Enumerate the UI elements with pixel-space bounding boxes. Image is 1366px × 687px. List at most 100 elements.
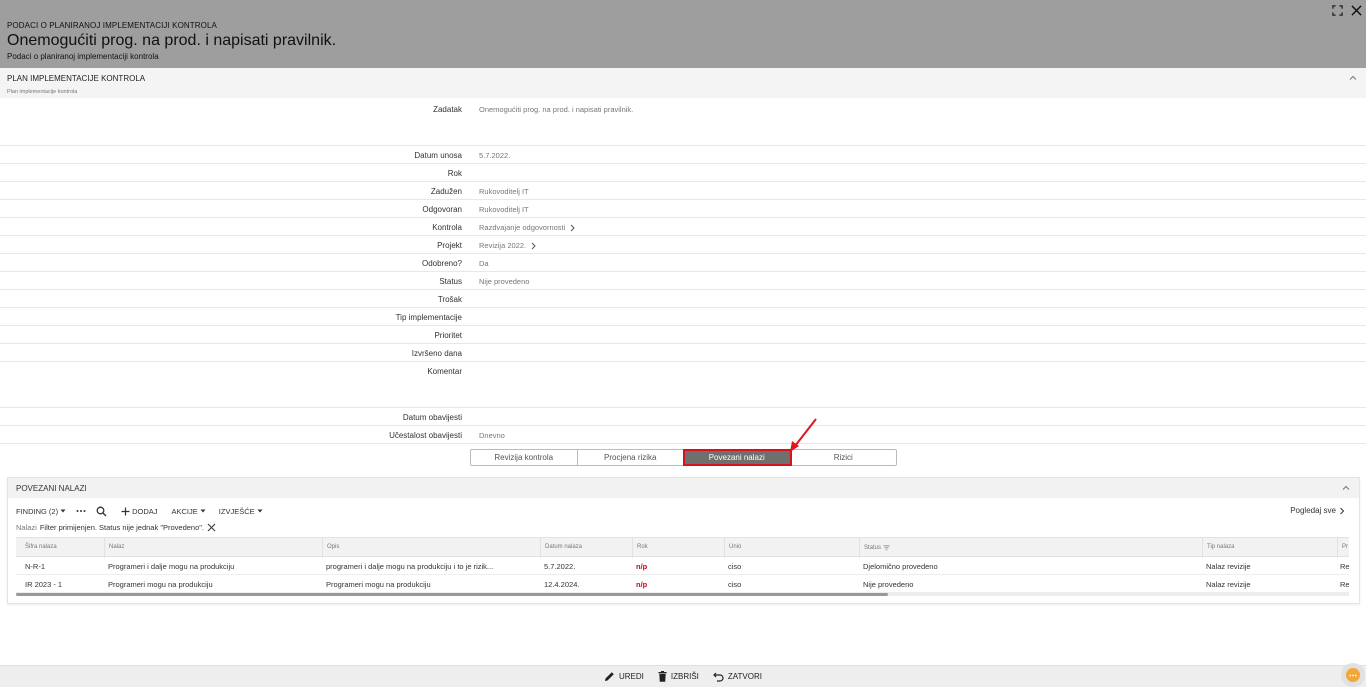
undo-icon: [713, 672, 724, 682]
column-header[interactable]: Opis: [322, 538, 540, 558]
field-label: Trošak: [437, 295, 462, 304]
cell-datum: 5.7.2022.: [544, 562, 576, 571]
cell-sifra: IR 2023 - 1: [25, 580, 63, 589]
field-label: Komentar: [427, 367, 462, 376]
caret-down-icon: [60, 509, 66, 513]
cell-rok: n/p: [636, 580, 648, 589]
panel-title: POVEZANI NALAZI: [16, 484, 87, 493]
view-all-link[interactable]: Pogledaj sve: [1290, 506, 1345, 515]
kontrola-link[interactable]: Razdvajanje odgovornosti: [479, 223, 576, 232]
filter-icon[interactable]: [883, 545, 890, 551]
field-label: Status: [439, 277, 462, 286]
column-header[interactable]: Datum nalaza: [540, 538, 632, 558]
fullscreen-icon[interactable]: [1330, 3, 1344, 17]
page-subtitle: Podaci o planiranoj implementaciji kontr…: [7, 52, 159, 61]
footer-actions: UREDI IZBRIŠI ZATVORI: [0, 665, 1366, 687]
chevron-up-icon[interactable]: [1341, 483, 1351, 493]
field-value: Nije provedeno: [479, 277, 530, 286]
annotation-arrow-icon: [790, 418, 817, 452]
field-label: Datum unosa: [414, 151, 462, 160]
field-label: Prioritet: [434, 331, 462, 340]
actions-dropdown[interactable]: AKCIJE: [172, 507, 206, 516]
chat-icon: [1346, 668, 1360, 682]
section-title: PLAN IMPLEMENTACIJE KONTROLA: [7, 74, 146, 83]
edit-button[interactable]: UREDI: [604, 671, 644, 682]
form-row-odobreno: Odobreno? Da: [0, 254, 1366, 272]
field-label: Učestalost obavijesti: [389, 431, 462, 440]
findings-table: Šifra nalaza Nalaz Opis Datum nalaza Rok…: [16, 537, 1349, 596]
field-label: Odgovoran: [422, 205, 462, 214]
chevron-right-icon: [570, 224, 576, 231]
page-title: Onemogućiti prog. na prod. i napisati pr…: [7, 32, 337, 49]
cell-opis: programeri i dalje mogu na produkciju i …: [326, 562, 494, 571]
tab-revizija-kontrola[interactable]: Revizija kontrola: [471, 450, 578, 465]
chat-button[interactable]: [1341, 663, 1365, 687]
close-icon[interactable]: [1349, 3, 1363, 17]
projekt-link[interactable]: Revizija 2022.: [479, 241, 537, 250]
search-icon: [96, 506, 107, 516]
column-header[interactable]: Šifra nalaza: [16, 538, 104, 558]
cell-tip: Nalaz revizije: [1206, 562, 1251, 571]
panel-header[interactable]: POVEZANI NALAZI: [8, 478, 1359, 498]
header-crumb: PODACI O PLANIRANOJ IMPLEMENTACIJI KONTR…: [7, 21, 217, 30]
more-options-button[interactable]: [76, 509, 86, 513]
field-label: Tip implementacije: [395, 313, 462, 322]
caret-down-icon: [257, 509, 263, 513]
field-value: Rukovoditelj IT: [479, 205, 529, 214]
form-row-odgovoran: Odgovoran Rukovoditelj IT: [0, 200, 1366, 218]
column-header[interactable]: Pr: [1337, 538, 1349, 558]
cell-pr: Re: [1340, 580, 1349, 589]
section-subtitle: Plan implementacije kontrola: [7, 89, 78, 95]
cell-pr: Re: [1340, 562, 1349, 571]
form-row-kontrola: Kontrola Razdvajanje odgovornosti: [0, 218, 1366, 236]
dialog-header: PODACI O PLANIRANOJ IMPLEMENTACIJI KONTR…: [0, 0, 1366, 68]
tab-procjena-rizika[interactable]: Procjena rizika: [578, 450, 684, 465]
section-header[interactable]: PLAN IMPLEMENTACIJE KONTROLA Plan implem…: [0, 68, 1366, 98]
form-row-projekt: Projekt Revizija 2022.: [0, 236, 1366, 254]
scrollbar-thumb[interactable]: [16, 593, 888, 596]
table-row[interactable]: N-R-1 Programeri i dalje mogu na produkc…: [16, 557, 1349, 575]
field-value: 5.7.2022.: [479, 151, 511, 160]
form-row-ucestalost-obavijesti: Učestalost obavijesti Dnevno: [0, 426, 1366, 444]
more-dots-icon: [76, 510, 86, 512]
column-header[interactable]: Nalaz: [104, 538, 322, 558]
cell-opis: Programeri mogu na produkciju: [326, 580, 431, 589]
finding-dropdown[interactable]: FINDING (2): [16, 507, 66, 516]
form-row-tip-implementacije: Tip implementacije: [0, 308, 1366, 326]
field-value: Dnevno: [479, 431, 505, 440]
clear-filter-icon[interactable]: [207, 523, 216, 532]
column-header[interactable]: Unio: [724, 538, 859, 558]
field-label: Rok: [447, 169, 462, 178]
linked-findings-panel: POVEZANI NALAZI FINDING (2) DODAJ AKCIJE…: [7, 477, 1360, 604]
add-button[interactable]: DODAJ: [121, 507, 158, 516]
table-row[interactable]: IR 2023 - 1 Programeri mogu na produkcij…: [16, 575, 1349, 593]
grid-toolbar: FINDING (2) DODAJ AKCIJE IZVJEŠĆE: [16, 505, 273, 517]
cell-rok: n/p: [636, 562, 648, 571]
chevron-up-icon[interactable]: [1348, 73, 1358, 83]
horizontal-scrollbar[interactable]: [16, 593, 1349, 596]
chevron-right-icon: [531, 242, 536, 249]
field-label: Odobreno?: [421, 259, 462, 268]
field-label: Datum obavijesti: [402, 413, 462, 422]
table-header: Šifra nalaza Nalaz Opis Datum nalaza Rok…: [16, 537, 1349, 558]
delete-button[interactable]: IZBRIŠI: [658, 671, 699, 682]
cell-nalaz: Programeri mogu na produkciju: [108, 580, 213, 589]
chevron-right-icon: [1340, 507, 1345, 514]
column-header[interactable]: Rok: [632, 538, 724, 558]
form-row-zaduzen: Zadužen Rukovoditelj IT: [0, 182, 1366, 200]
cell-status: Nije provedeno: [863, 580, 914, 589]
cell-unio: ciso: [728, 580, 742, 589]
reports-dropdown[interactable]: IZVJEŠĆE: [219, 507, 263, 516]
close-button[interactable]: ZATVORI: [713, 671, 762, 682]
column-header[interactable]: Tip nalaza: [1202, 538, 1337, 558]
field-label: Kontrola: [432, 223, 462, 232]
field-label: Zadatak: [433, 105, 462, 114]
cell-datum: 12.4.2024.: [544, 580, 580, 589]
cell-status: Djelomično provedeno: [863, 562, 938, 571]
status-column-header[interactable]: Status: [859, 538, 1202, 558]
form-row-komentar: Komentar: [0, 362, 1366, 408]
search-button[interactable]: [96, 506, 107, 517]
filter-text: Filter primijenjen. Status nije jednak "…: [39, 523, 205, 532]
filter-prefix: Nalazi: [16, 523, 37, 532]
tab-povezani-nalazi[interactable]: Povezani nalazi: [683, 449, 792, 466]
